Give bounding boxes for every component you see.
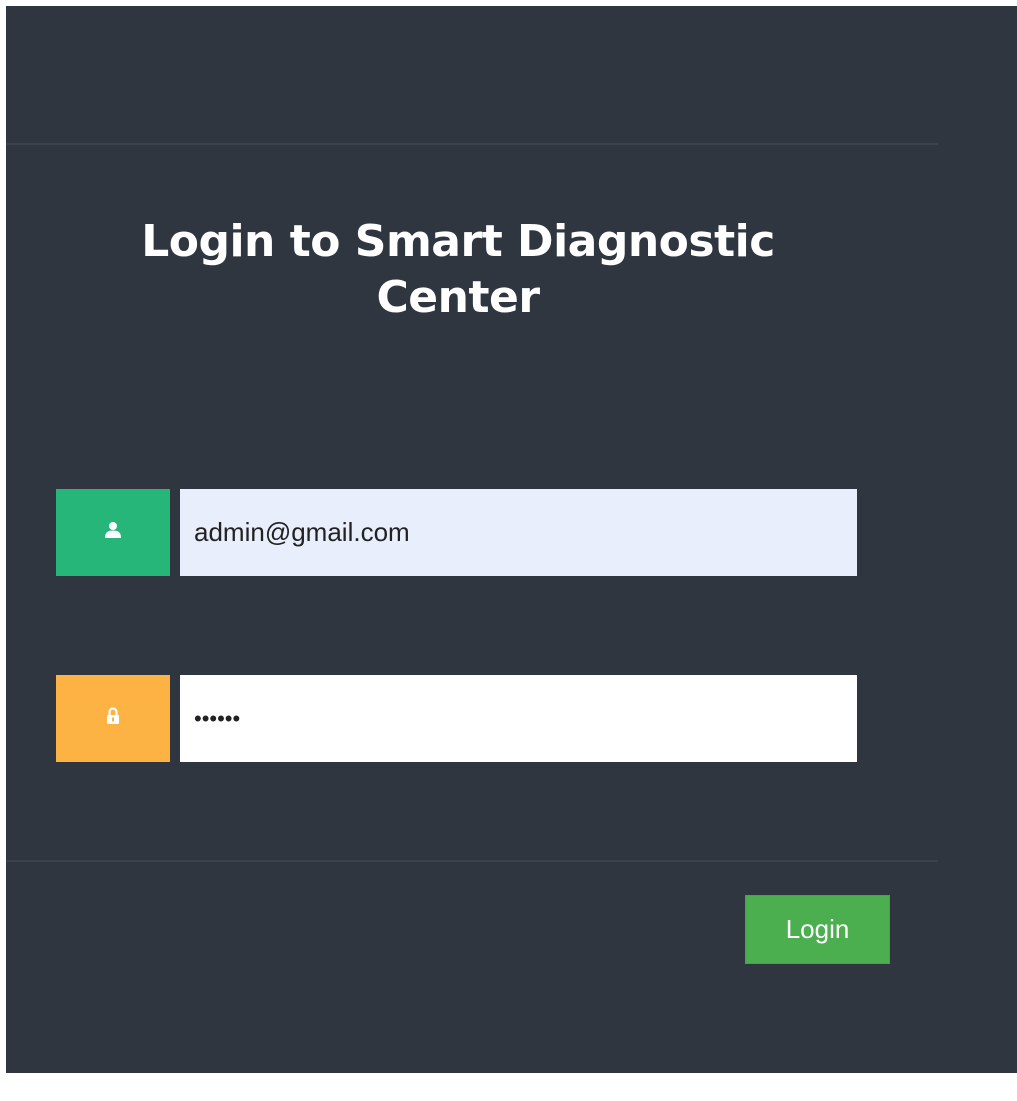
password-field-group — [56, 675, 857, 762]
email-addon — [56, 489, 170, 576]
lock-icon — [106, 707, 120, 730]
top-divider — [6, 143, 938, 145]
user-icon — [104, 521, 122, 544]
email-input[interactable] — [180, 489, 857, 576]
password-input[interactable] — [180, 675, 857, 762]
login-button[interactable]: Login — [745, 895, 890, 964]
login-panel: Login to Smart Diagnostic Center admin@g… — [6, 6, 1017, 1073]
bottom-divider — [6, 860, 938, 862]
page-title: Login to Smart Diagnostic Center — [141, 216, 775, 323]
email-field-group — [56, 489, 857, 576]
password-addon — [56, 675, 170, 762]
